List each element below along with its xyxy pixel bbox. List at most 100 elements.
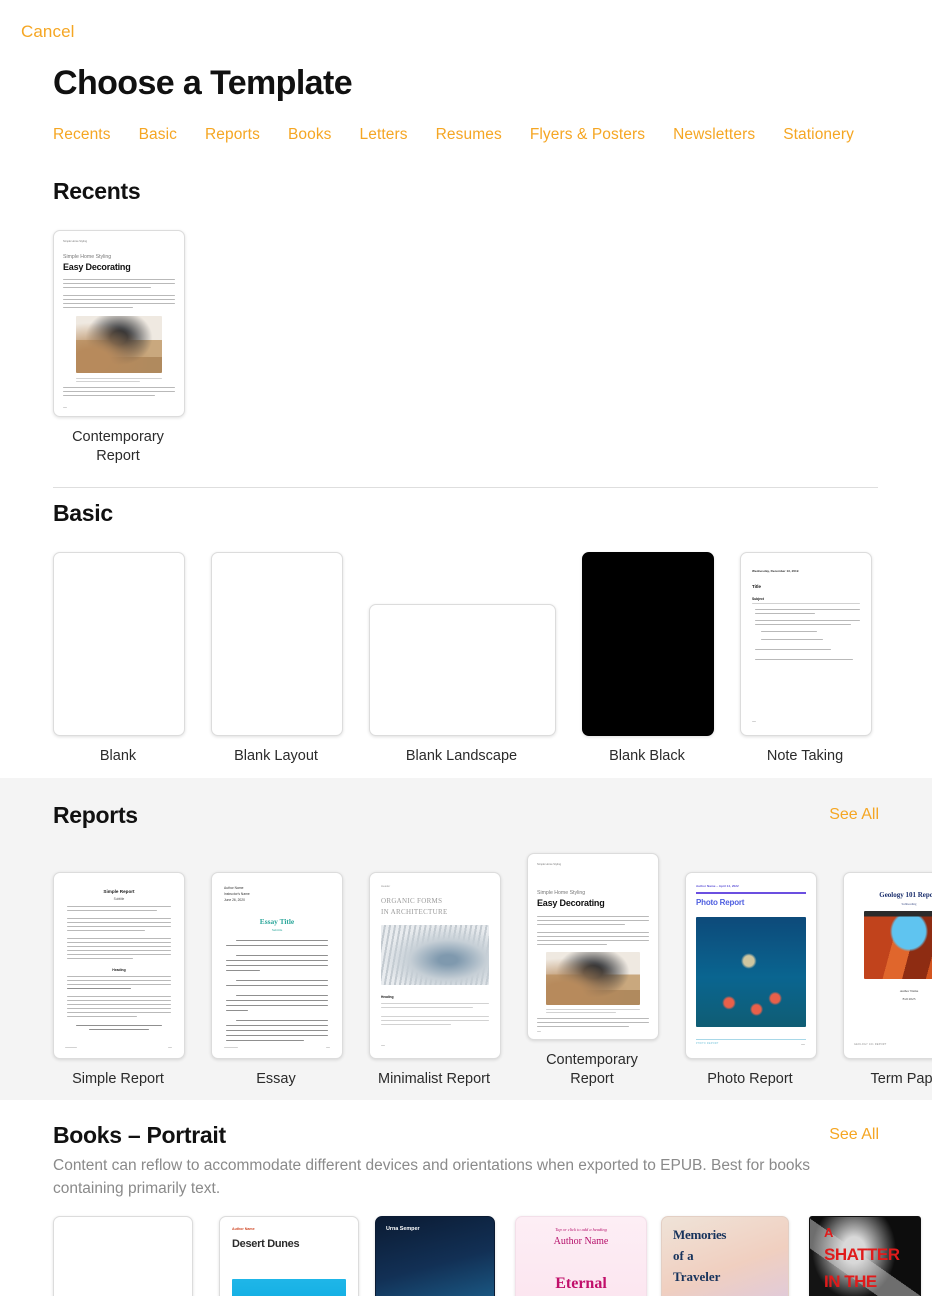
thumb-eyebrow: Simple Home Styling: [63, 240, 88, 243]
thumb-heading: Heading: [112, 968, 126, 972]
thumb-author: Author Name: [232, 1227, 255, 1231]
template-card-eternal[interactable]: Tap or click to add a heading Author Nam…: [515, 1216, 647, 1296]
thumb-title-line2: of a: [673, 1248, 694, 1263]
template-card-minimalist-report[interactable]: Header ORGANIC FORMS IN ARCHITECTURE Hea…: [369, 872, 501, 1089]
thumb-title: Easy Decorating: [537, 898, 605, 908]
template-thumbnail: Memories of a Traveler Author: [661, 1216, 789, 1296]
template-label: Contemporary Report: [546, 1052, 638, 1087]
thumb-photo-canyon: [864, 911, 932, 979]
template-thumbnail: Author Name Instructor's Name June 26, 2…: [211, 872, 343, 1059]
tab-flyers-posters[interactable]: Flyers & Posters: [530, 126, 645, 144]
thumb-instructor: Instructor's Name: [224, 892, 250, 896]
template-label: Simple Report: [72, 1071, 164, 1087]
tab-recents[interactable]: Recents: [53, 126, 111, 144]
template-card-blank-black[interactable]: Blank Black: [582, 552, 714, 766]
basic-thumbnail-row: Blank Blank Layout Blank Landscape Blank…: [53, 552, 872, 766]
thumb-author: Author Name: [224, 886, 244, 890]
thumb-photo-living-room: [76, 316, 162, 373]
thumb-eyebrow: Simple Home Styling: [537, 863, 562, 866]
thumb-date: June 26, 2020: [224, 898, 245, 902]
see-all-reports[interactable]: See All: [829, 806, 879, 824]
cancel-button[interactable]: Cancel: [21, 22, 75, 42]
thumb-photo-living-room: [546, 952, 640, 1005]
tab-books[interactable]: Books: [288, 126, 332, 144]
template-thumbnail: [53, 552, 185, 736]
thumb-title-line3: Traveler: [673, 1269, 721, 1284]
template-card-blank-landscape[interactable]: Blank Landscape: [369, 552, 556, 766]
tab-letters[interactable]: Letters: [360, 126, 408, 144]
section-basic: Basic: [0, 500, 932, 534]
template-card-contemporary-report[interactable]: Simple Home Styling Simple Home Styling …: [527, 853, 659, 1089]
thumb-footer: GEOLOGY 101 REPORT: [854, 1043, 887, 1046]
template-card-a-shatter-in-the[interactable]: A SHATTER IN THE: [809, 1216, 921, 1296]
template-card-contemporary-report-recent[interactable]: Simple Home Styling Simple Home Styling …: [53, 230, 185, 466]
template-thumbnail: Simple Home Styling Simple Home Styling …: [527, 853, 659, 1040]
page-title: Choose a Template: [53, 64, 353, 102]
thumb-heading: Tap or click to add a heading: [555, 1227, 607, 1232]
template-card-photo-report[interactable]: Author Name – April 14, 2022 Photo Repor…: [685, 872, 817, 1089]
tab-stationery[interactable]: Stationery: [783, 126, 854, 144]
template-thumbnail: [582, 552, 714, 736]
template-label: Blank Black: [609, 748, 685, 764]
template-thumbnail: Header ORGANIC FORMS IN ARCHITECTURE Hea…: [369, 872, 501, 1059]
thumb-eyebrow: Header: [381, 884, 391, 888]
template-card-blank[interactable]: Blank: [53, 552, 185, 766]
tab-newsletters[interactable]: Newsletters: [673, 126, 755, 144]
thumb-photo-architecture: [381, 925, 489, 985]
thumb-kicker: Simple Home Styling: [537, 890, 586, 896]
section-title-recents: Recents: [53, 178, 141, 204]
template-thumbnail: [369, 604, 556, 736]
tab-resumes[interactable]: Resumes: [436, 126, 502, 144]
template-label: Blank Layout: [234, 748, 318, 764]
template-chooser-page: Cancel Choose a Template Recents Basic R…: [0, 0, 932, 1296]
thumb-title-line2: IN ARCHITECTURE: [381, 908, 448, 916]
template-thumbnail: Geology 101 Report Subheading Author Nam…: [843, 872, 932, 1059]
thumb-title: Easy Decorating: [63, 262, 131, 272]
thumb-subtitle: Subtitle: [113, 897, 125, 901]
template-label: Blank Landscape: [405, 748, 518, 764]
tab-basic[interactable]: Basic: [139, 126, 177, 144]
thumb-footer: PHOTO REPORT: [696, 1042, 719, 1045]
thumb-author: Author Name: [553, 1236, 609, 1247]
template-label: Contemporary Report: [72, 429, 164, 464]
thumb-title: Photo Report: [696, 898, 745, 907]
thumb-photo-block: [232, 1279, 346, 1296]
template-label: Blank: [99, 748, 137, 764]
template-label: Photo Report: [707, 1071, 793, 1087]
template-thumbnail: Simple Home Styling Simple Home Styling …: [53, 230, 185, 417]
thumb-title: Urna Semper: [386, 1226, 420, 1232]
section-books-portrait: Books – Portrait See All Content can ref…: [0, 1122, 932, 1197]
template-thumbnail: Author Name – April 14, 2022 Photo Repor…: [685, 872, 817, 1059]
category-tabbar: Recents Basic Reports Books Letters Resu…: [53, 126, 932, 144]
section-reports: Reports See All: [0, 802, 932, 836]
thumb-author: Author Name: [899, 989, 919, 993]
template-card-desert-dunes[interactable]: Author Name Desert Dunes: [219, 1216, 359, 1296]
template-card-urna-semper[interactable]: Urna Semper: [375, 1216, 495, 1296]
thumb-subtitle: Subheading: [901, 902, 917, 906]
see-all-books-portrait[interactable]: See All: [829, 1126, 879, 1144]
thumb-title-line1: ORGANIC FORMS: [381, 897, 443, 905]
books-thumbnail-row: Author Name Desert Dunes Urna Semper Tap…: [53, 1216, 921, 1296]
tab-reports[interactable]: Reports: [205, 126, 260, 144]
template-label: Minimalist Report: [378, 1071, 490, 1087]
template-label: Essay: [256, 1071, 296, 1087]
thumb-title-line1: A: [824, 1225, 834, 1240]
template-card-note-taking[interactable]: Wednesday, December 13, 2019 Title Subje…: [740, 552, 872, 766]
template-card-essay[interactable]: Author Name Instructor's Name June 26, 2…: [211, 872, 343, 1089]
thumb-title-line1: Memories: [673, 1227, 727, 1242]
thumb-date: Wednesday, December 13, 2019: [752, 569, 799, 573]
thumb-term: Fall 2023: [902, 997, 916, 1001]
thumb-title-line2: SHATTER: [824, 1245, 900, 1264]
template-thumbnail: Urna Semper: [375, 1216, 495, 1296]
template-card-simple-report[interactable]: Simple Report Subtitle Heading Simple Re…: [53, 872, 185, 1089]
template-thumbnail: A SHATTER IN THE: [809, 1216, 921, 1296]
template-thumbnail: Simple Report Subtitle Heading: [53, 872, 185, 1059]
template-card-blank-layout[interactable]: Blank Layout: [211, 552, 343, 766]
template-card-book-blank[interactable]: [53, 1216, 193, 1296]
thumb-heading: Heading: [381, 995, 394, 999]
template-card-memories-of-a-traveler[interactable]: Memories of a Traveler Author: [661, 1216, 789, 1296]
template-card-term-paper[interactable]: Geology 101 Report Subheading Author Nam…: [843, 872, 932, 1089]
thumb-title-line3: IN THE: [824, 1272, 877, 1291]
thumb-title: Geology 101 Report: [879, 891, 932, 899]
section-title-basic: Basic: [53, 500, 113, 526]
